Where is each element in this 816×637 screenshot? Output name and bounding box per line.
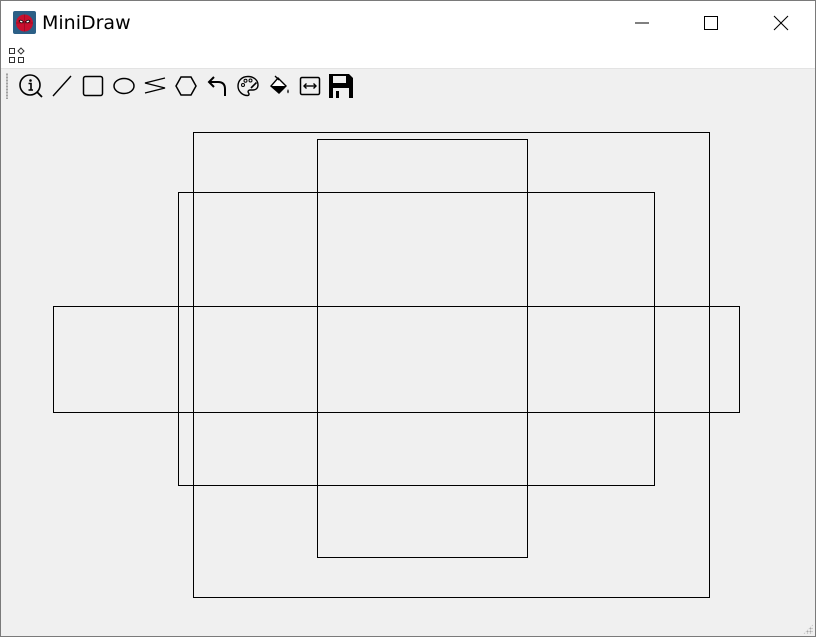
info-icon	[19, 74, 43, 98]
drawing-canvas[interactable]	[1, 102, 815, 636]
close-icon	[773, 15, 789, 31]
resize-grip[interactable]	[803, 624, 813, 634]
tool-save[interactable]	[327, 72, 355, 100]
maximize-icon	[704, 16, 718, 30]
shapes-menu-icon	[9, 47, 25, 63]
undo-icon	[207, 76, 226, 96]
app-icon	[13, 11, 36, 34]
tool-color[interactable]	[234, 72, 262, 100]
fill-bucket-icon	[270, 75, 289, 94]
tool-fill[interactable]	[265, 72, 293, 100]
tool-line[interactable]	[48, 72, 76, 100]
line-width-icon	[299, 76, 321, 96]
palette-icon	[237, 75, 259, 97]
tool-rectangle[interactable]	[79, 72, 107, 100]
tool-undo[interactable]	[203, 72, 231, 100]
window-title: MiniDraw	[42, 12, 131, 34]
tool-polygon[interactable]	[172, 72, 200, 100]
rectangle-icon	[82, 75, 104, 97]
tool-ellipse[interactable]	[110, 72, 138, 100]
minimize-icon	[635, 22, 649, 24]
menu-bar	[1, 45, 815, 67]
shapes-menu-button[interactable]	[8, 47, 26, 65]
minimize-button[interactable]	[619, 1, 665, 45]
main-window: MiniDraw	[0, 0, 816, 637]
tool-line-width[interactable]	[296, 72, 324, 100]
line-icon	[52, 75, 72, 97]
close-button[interactable]	[758, 1, 804, 45]
toolbar-grip[interactable]	[6, 73, 8, 99]
ellipse-icon	[113, 77, 135, 95]
tool-about[interactable]	[17, 72, 45, 100]
save-icon	[329, 74, 353, 98]
freehand-icon	[144, 77, 166, 94]
drawn-rectangle[interactable]	[53, 306, 740, 413]
toolbar	[1, 68, 815, 103]
tool-freehand[interactable]	[141, 72, 169, 100]
polygon-icon	[175, 76, 197, 96]
maximize-button[interactable]	[688, 1, 734, 45]
title-bar[interactable]: MiniDraw	[1, 1, 815, 45]
